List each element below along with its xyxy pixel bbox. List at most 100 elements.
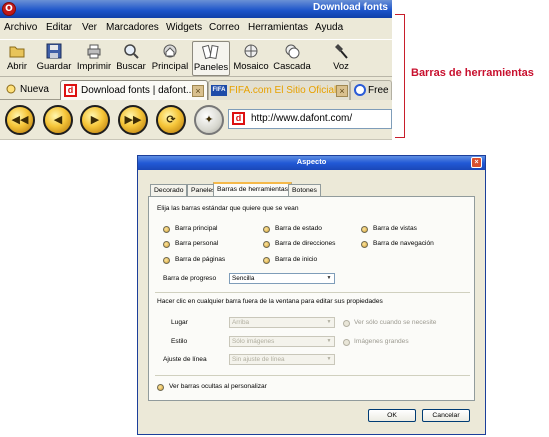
menu-ayuda[interactable]: Ayuda <box>315 22 343 33</box>
only-needed-radio[interactable] <box>343 320 350 327</box>
menu-widgets[interactable]: Widgets <box>166 22 202 33</box>
dialog-title-bar: Aspecto × <box>138 156 485 170</box>
save-label: Guardar <box>36 61 72 72</box>
chevron-down-icon: ▼ <box>326 319 332 325</box>
progress-bar-value: Sencilla <box>232 275 255 282</box>
new-tab-label: Nueva <box>20 84 49 95</box>
tab-botones[interactable]: Botones <box>288 184 321 196</box>
menu-marcadores[interactable]: Marcadores <box>106 22 159 33</box>
magnifier-icon <box>124 44 139 59</box>
place-select[interactable]: Arriba ▼ <box>229 317 335 328</box>
bar-views-radio[interactable] <box>361 226 368 233</box>
new-tab-icon <box>6 84 16 94</box>
browser-title-bar: O Download fonts <box>0 0 392 18</box>
address-field[interactable]: d http://www.dafont.com/ <box>228 109 392 129</box>
place-value: Arriba <box>232 319 250 326</box>
cancel-button[interactable]: Cancelar <box>422 409 470 422</box>
voice-button[interactable]: Voz <box>326 41 356 76</box>
bar-main-radio[interactable] <box>163 226 170 233</box>
printer-icon <box>87 44 101 59</box>
open-button[interactable]: Abrir <box>2 41 32 76</box>
fast-forward-icon[interactable]: ▶▶ <box>118 105 148 135</box>
print-button[interactable]: Imprimir <box>76 41 112 76</box>
tab-barras-de-herramientas[interactable]: Barras de herramientas <box>213 182 293 197</box>
close-icon[interactable]: × <box>471 157 482 168</box>
bar-personal-radio[interactable] <box>163 241 170 248</box>
show-hidden-radio[interactable] <box>157 384 164 391</box>
tab-dafont[interactable]: d Download fonts | dafont... × <box>60 80 208 100</box>
dafont-favicon-icon: d <box>64 84 77 97</box>
home-button[interactable]: Principal <box>150 41 190 76</box>
menu-ver[interactable]: Ver <box>82 22 97 33</box>
annotation-label: Barras de herramientas <box>411 67 534 79</box>
rewind-icon[interactable]: ◀◀ <box>5 105 35 135</box>
tile-label: Mosaico <box>233 61 269 72</box>
address-text: http://www.dafont.com/ <box>251 113 353 124</box>
menu-correo[interactable]: Correo <box>209 22 240 33</box>
browser-screenshot: O Download fonts Archivo Editar Ver Marc… <box>0 0 392 140</box>
menu-editar[interactable]: Editar <box>46 22 72 33</box>
bar-navigation-radio[interactable] <box>361 241 368 248</box>
browser-favicon-icon <box>354 84 366 96</box>
style-value: Sólo imágenes <box>232 338 275 345</box>
wrap-value: Sin ajuste de línea <box>232 356 285 363</box>
tab-free[interactable]: Free <box>350 80 392 100</box>
wand-icon[interactable]: ✦ <box>194 105 224 135</box>
annotation-bracket <box>395 14 405 138</box>
search-button[interactable]: Buscar <box>114 41 148 76</box>
panels-button[interactable]: Paneles <box>192 41 230 76</box>
bar-address-radio[interactable] <box>263 241 270 248</box>
bar-views-label: Barra de vistas <box>373 225 417 232</box>
bar-status-radio[interactable] <box>263 226 270 233</box>
ok-button[interactable]: OK <box>368 409 416 422</box>
tab-close-icon[interactable]: × <box>336 85 348 97</box>
new-tab-button[interactable]: Nueva <box>2 80 56 100</box>
cascade-button[interactable]: Cascada <box>272 41 312 76</box>
tab-dafont-label: Download fonts | dafont... <box>81 85 195 96</box>
cascade-label: Cascada <box>273 61 311 72</box>
bar-main-label: Barra principal <box>175 225 218 232</box>
save-button[interactable]: Guardar <box>34 41 74 76</box>
forward-icon[interactable]: ▶ <box>80 105 110 135</box>
floppy-icon <box>46 43 62 59</box>
only-needed-label: Ver sólo cuando se necesite <box>354 319 437 326</box>
divider <box>155 292 470 293</box>
show-hidden-label: Ver barras ocultas al personalizar <box>169 383 267 390</box>
menu-archivo[interactable]: Archivo <box>4 22 37 33</box>
print-label: Imprimir <box>76 61 112 72</box>
navigation-bar: ◀◀ ◀ ▶ ▶▶ ⟳ ✦ d http://www.dafont.com/ <box>0 101 392 139</box>
home-label: Principal <box>151 61 189 72</box>
open-label: Abrir <box>6 61 28 72</box>
bar-personal-label: Barra personal <box>175 240 219 247</box>
toolbars-panel: Elija las barras estándar que quiere que… <box>148 196 475 401</box>
wrap-select[interactable]: Sin ajuste de línea ▼ <box>229 354 335 365</box>
big-images-radio[interactable] <box>343 339 350 346</box>
bar-start-radio[interactable] <box>263 257 270 264</box>
main-toolbar: Abrir Guardar Imprimir Buscar Principal … <box>0 39 392 77</box>
divider <box>155 375 470 376</box>
reload-icon[interactable]: ⟳ <box>156 105 186 135</box>
menu-herramientas[interactable]: Herramientas <box>248 22 308 33</box>
menu-bar: Archivo Editar Ver Marcadores Widgets Co… <box>0 19 392 37</box>
tab-close-icon[interactable]: × <box>192 85 204 97</box>
bar-address-label: Barra de direcciones <box>275 240 336 247</box>
tile-button[interactable]: Mosaico <box>232 41 270 76</box>
intro-text: Elija las barras estándar que quiere que… <box>157 205 299 212</box>
opera-logo-icon: O <box>2 2 16 16</box>
voice-icon <box>335 44 348 59</box>
dialog-title: Aspecto <box>296 157 327 166</box>
tile-icon <box>244 44 258 58</box>
home-icon <box>163 44 177 58</box>
style-select[interactable]: Sólo imágenes ▼ <box>229 336 335 347</box>
tab-decorado[interactable]: Decorado <box>150 184 188 196</box>
bar-pages-label: Barra de páginas <box>175 256 226 263</box>
cascade-icon <box>285 44 300 59</box>
fifa-favicon-icon: FIFA <box>211 85 227 96</box>
appearance-dialog: Aspecto × Decorado Paneles Barras de her… <box>137 155 486 435</box>
progress-bar-select[interactable]: Sencilla ▼ <box>229 273 335 284</box>
style-label: Estilo <box>171 338 188 345</box>
bar-pages-radio[interactable] <box>163 257 170 264</box>
folder-icon <box>9 46 25 58</box>
back-icon[interactable]: ◀ <box>43 105 73 135</box>
tab-fifa[interactable]: FIFA FIFA.com El Sitio Oficial ... × <box>208 80 350 100</box>
